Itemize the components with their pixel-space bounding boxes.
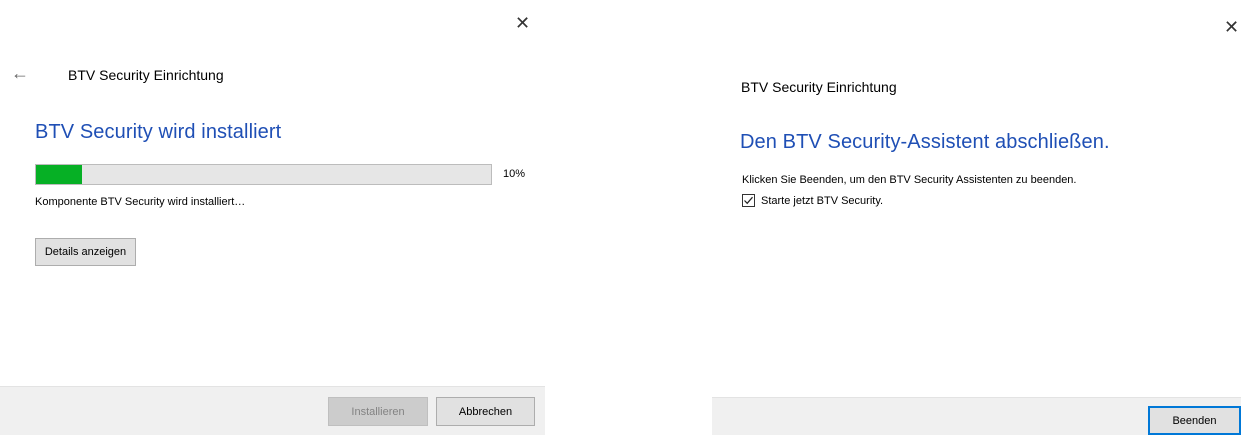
installer-dialog-finish: ✕ BTV Security Einrichtung Den BTV Secur… — [712, 0, 1241, 435]
install-button: Installieren — [328, 397, 428, 426]
details-button[interactable]: Details anzeigen — [35, 238, 136, 266]
dialog-title: BTV Security Einrichtung — [68, 67, 224, 83]
back-arrow-icon[interactable]: ← — [11, 64, 29, 82]
close-icon[interactable]: ✕ — [1224, 18, 1239, 36]
launch-checkbox[interactable]: Starte jetzt BTV Security. — [742, 194, 883, 207]
page-heading: Den BTV Security-Assistent abschließen. — [740, 131, 1110, 153]
dialog-footer: Beenden — [712, 397, 1241, 435]
checkbox-icon[interactable] — [742, 194, 755, 207]
progress-percent: 10% — [503, 168, 526, 180]
checkbox-label: Starte jetzt BTV Security. — [761, 194, 884, 207]
dialog-title: BTV Security Einrichtung — [741, 79, 897, 95]
finish-button[interactable]: Beenden — [1148, 406, 1241, 435]
status-text: Komponente BTV Security wird installiert… — [35, 196, 246, 208]
close-icon[interactable]: ✕ — [515, 14, 530, 32]
progress-bar — [35, 164, 492, 185]
installer-dialog-progress: ✕ ← BTV Security Einrichtung BTV Securit… — [0, 0, 545, 435]
dialog-footer: Installieren Abbrechen — [0, 386, 545, 435]
progress-bar-fill — [36, 165, 82, 184]
cancel-button[interactable]: Abbrechen — [436, 397, 535, 426]
description-text: Klicken Sie Beenden, um den BTV Security… — [742, 174, 1077, 186]
page-heading: BTV Security wird installiert — [35, 121, 282, 143]
